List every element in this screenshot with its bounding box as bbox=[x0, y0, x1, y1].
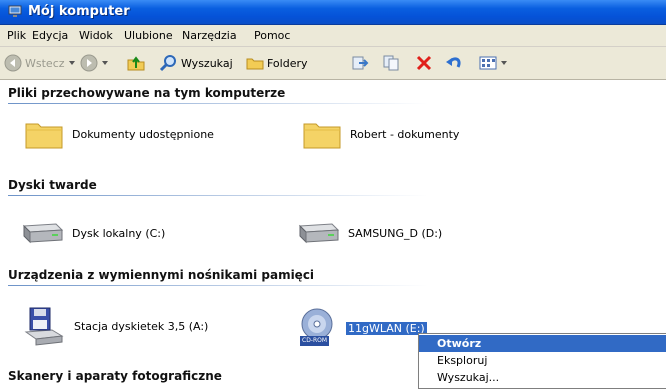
title-bar[interactable]: Mój komputer bbox=[0, 0, 666, 25]
back-button[interactable]: Wstecz bbox=[4, 53, 75, 73]
drive-item-floppy-a[interactable]: Stacja dyskietek 3,5 (A:) bbox=[22, 306, 208, 346]
views-button[interactable] bbox=[478, 53, 507, 73]
floppy-drive-icon bbox=[24, 307, 64, 346]
copy-to-icon bbox=[383, 55, 399, 71]
views-dropdown-icon[interactable] bbox=[501, 61, 507, 65]
move-to-button[interactable] bbox=[350, 53, 370, 73]
drive-item-local-c[interactable]: Dysk lokalny (C:) bbox=[20, 220, 165, 246]
delete-x-icon bbox=[416, 55, 432, 71]
folders-button[interactable]: Foldery bbox=[245, 53, 308, 73]
item-label: Stacja dyskietek 3,5 (A:) bbox=[74, 319, 209, 333]
forward-button[interactable] bbox=[80, 53, 108, 73]
section-header: Urządzenia z wymiennymi nośnikami pamięc… bbox=[8, 268, 315, 282]
drive-item-samsung-d[interactable]: SAMSUNG_D (D:) bbox=[296, 220, 442, 246]
undo-button[interactable] bbox=[444, 53, 464, 73]
cd-rom-icon: CD-ROM bbox=[298, 308, 338, 348]
item-label-selected: 11gWLAN (E:) bbox=[346, 321, 427, 335]
folders-label: Foldery bbox=[267, 56, 308, 70]
context-menu-open[interactable]: Otwórz bbox=[419, 335, 666, 352]
context-menu-explore[interactable]: Eksploruj bbox=[419, 352, 666, 369]
folder-icon bbox=[303, 123, 341, 149]
forward-arrow-icon bbox=[80, 54, 98, 72]
menu-bar: Plik Edycja Widok Ulubione Narzędzia Pom… bbox=[0, 25, 666, 47]
menu-file[interactable]: Plik bbox=[7, 29, 26, 42]
section-divider bbox=[8, 195, 428, 196]
delete-button[interactable] bbox=[414, 53, 434, 73]
folder-item-shared-documents[interactable]: Dokumenty udostępnione bbox=[24, 118, 214, 150]
search-icon bbox=[159, 55, 176, 72]
up-folder-icon bbox=[127, 56, 145, 71]
item-label: SAMSUNG_D (D:) bbox=[348, 226, 443, 240]
toolbar: Wstecz Wyszukaj Foldery bbox=[0, 47, 666, 80]
copy-to-button[interactable] bbox=[382, 53, 402, 73]
folder-item-robert-documents[interactable]: Robert - dokumenty bbox=[302, 118, 459, 150]
section-header: Pliki przechowywane na tym komputerze bbox=[8, 86, 286, 100]
hard-drive-icon bbox=[22, 223, 64, 244]
item-label: Dysk lokalny (C:) bbox=[72, 226, 166, 240]
section-divider bbox=[8, 103, 428, 104]
menu-view[interactable]: Widok bbox=[79, 29, 113, 42]
forward-dropdown-icon[interactable] bbox=[102, 61, 108, 65]
drive-item-cd-e[interactable]: CD-ROM 11gWLAN (E:) bbox=[298, 308, 427, 348]
menu-help[interactable]: Pomoc bbox=[254, 29, 290, 42]
cd-rom-badge: CD-ROM bbox=[300, 336, 330, 346]
section-header: Dyski twarde bbox=[8, 178, 97, 192]
menu-tools[interactable]: Narzędzia bbox=[182, 29, 237, 42]
my-computer-icon bbox=[8, 5, 22, 17]
hard-drive-icon bbox=[298, 223, 340, 244]
folder-icon bbox=[25, 123, 63, 149]
back-label: Wstecz bbox=[25, 56, 65, 70]
item-label: Robert - dokumenty bbox=[350, 127, 460, 141]
section-header: Skanery i aparaty fotograficzne bbox=[8, 369, 222, 383]
up-folder-button[interactable] bbox=[126, 53, 146, 73]
folders-icon bbox=[246, 58, 264, 70]
menu-edit[interactable]: Edycja bbox=[32, 29, 68, 42]
item-label: Dokumenty udostępnione bbox=[72, 127, 214, 141]
search-button[interactable]: Wyszukaj bbox=[159, 53, 233, 73]
search-label: Wyszukaj bbox=[181, 56, 233, 70]
section-divider bbox=[8, 285, 428, 286]
back-dropdown-icon[interactable] bbox=[68, 61, 75, 65]
back-arrow-icon bbox=[4, 54, 22, 72]
undo-icon bbox=[446, 57, 461, 68]
views-icon bbox=[479, 56, 497, 70]
context-menu-search[interactable]: Wyszukaj... bbox=[419, 369, 666, 386]
move-to-icon bbox=[352, 56, 369, 70]
menu-favorites[interactable]: Ulubione bbox=[124, 29, 173, 42]
window-title: Mój komputer bbox=[28, 4, 130, 19]
context-menu: Otwórz Eksploruj Wyszukaj... bbox=[418, 333, 666, 389]
